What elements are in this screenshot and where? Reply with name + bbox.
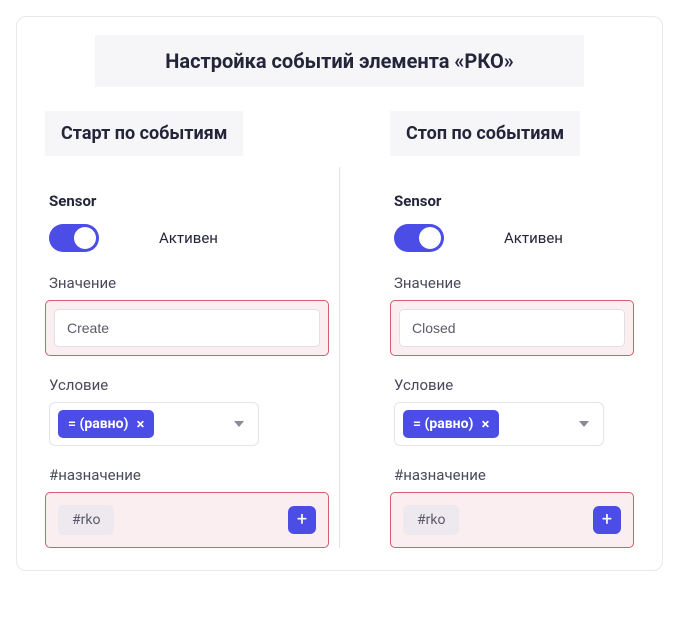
active-text-stop: Активен: [504, 229, 563, 247]
purpose-label-start: #назначение: [49, 466, 329, 484]
active-toggle-stop[interactable]: [394, 224, 444, 252]
chevron-down-icon-stop[interactable]: [579, 421, 589, 427]
value-box-start: [45, 300, 329, 356]
condition-chip-text-stop: = (равно): [413, 416, 473, 432]
condition-label-start: Условие: [49, 376, 329, 394]
value-label-start: Значение: [49, 274, 329, 292]
condition-chip-start: = (равно) ×: [58, 410, 154, 438]
condition-label-stop: Условие: [394, 376, 634, 394]
stop-column: Стоп по событиям Sensor Активен Значение…: [340, 111, 644, 548]
start-heading: Старт по событиям: [45, 111, 243, 156]
add-tag-button-start[interactable]: +: [288, 506, 316, 534]
condition-chip-stop: = (равно) ×: [403, 410, 499, 438]
value-input-start[interactable]: [54, 309, 320, 347]
tag-pill-start[interactable]: #rko: [58, 505, 114, 535]
sensor-label-stop: Sensor: [394, 192, 634, 210]
stop-heading: Стоп по событиям: [390, 111, 580, 156]
chevron-down-icon-start[interactable]: [234, 421, 244, 427]
value-box-stop: [390, 300, 634, 356]
toggle-row-start: Активен: [49, 224, 329, 252]
value-input-stop[interactable]: [399, 309, 625, 347]
condition-select-start[interactable]: = (равно) ×: [49, 402, 259, 446]
tag-box-start: #rko +: [45, 492, 329, 548]
condition-chip-text-start: = (равно): [68, 416, 128, 432]
columns-container: Старт по событиям Sensor Активен Значени…: [35, 111, 644, 548]
tag-box-stop: #rko +: [390, 492, 634, 548]
toggle-row-stop: Активен: [394, 224, 634, 252]
add-tag-button-stop[interactable]: +: [593, 506, 621, 534]
active-text-start: Активен: [159, 229, 218, 247]
condition-select-stop[interactable]: = (равно) ×: [394, 402, 604, 446]
page-title: Настройка событий элемента «РКО»: [95, 35, 584, 87]
active-toggle-start[interactable]: [49, 224, 99, 252]
chip-close-icon-stop[interactable]: ×: [481, 417, 489, 432]
toggle-knob-icon: [419, 227, 441, 249]
purpose-label-stop: #назначение: [394, 466, 634, 484]
chip-close-icon-start[interactable]: ×: [136, 417, 144, 432]
sensor-label-start: Sensor: [49, 192, 329, 210]
start-column: Старт по событиям Sensor Активен Значени…: [35, 111, 339, 548]
value-label-stop: Значение: [394, 274, 634, 292]
settings-card: Настройка событий элемента «РКО» Старт п…: [16, 16, 663, 571]
toggle-knob-icon: [74, 227, 96, 249]
tag-pill-stop[interactable]: #rko: [403, 505, 459, 535]
